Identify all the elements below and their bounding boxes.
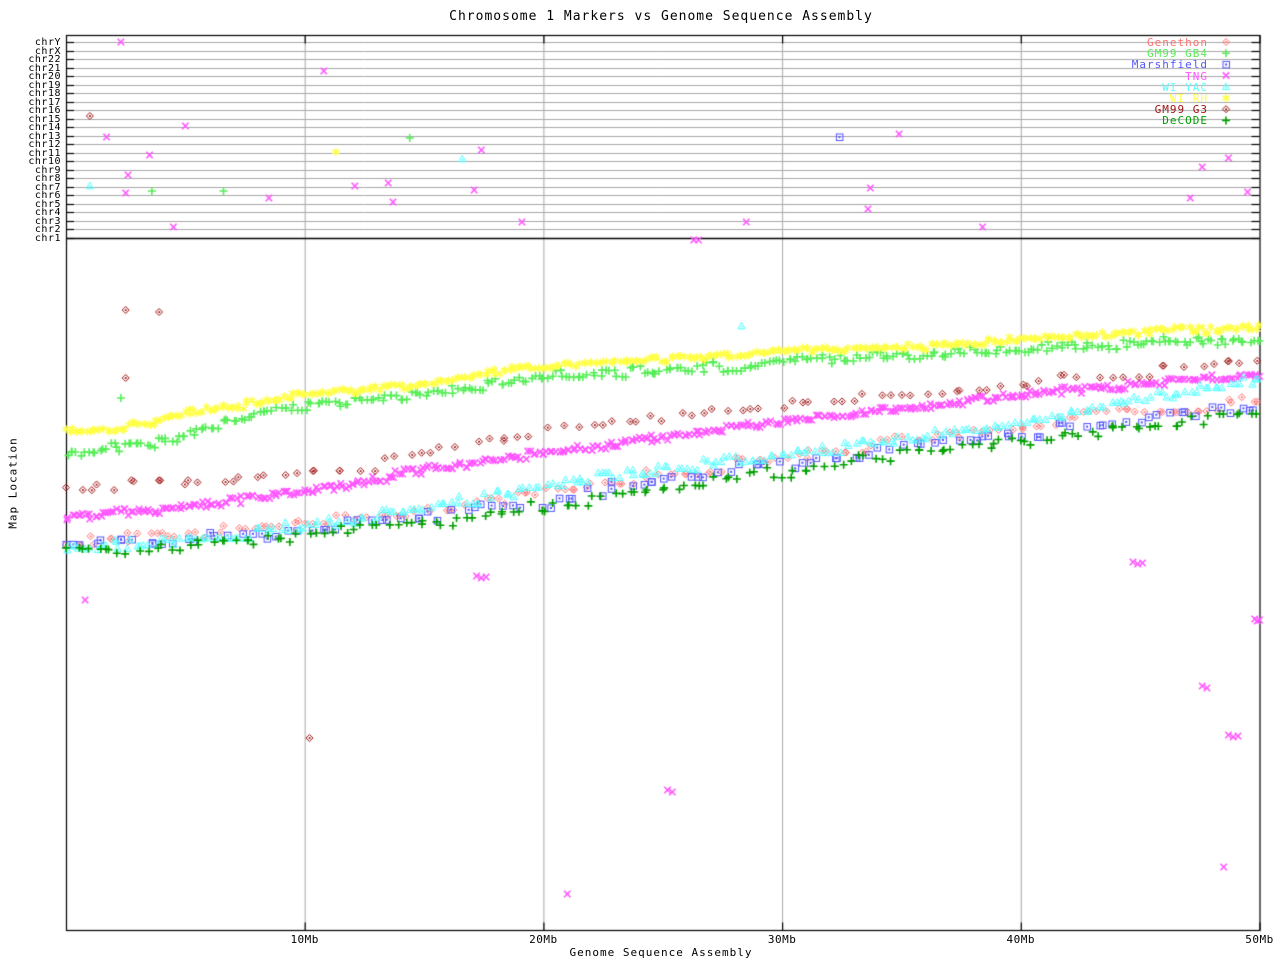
legend-label: Marshfield <box>1132 59 1208 70</box>
y-tick-label: chr1 <box>0 234 61 243</box>
plot-canvas <box>0 0 1280 960</box>
chart-title: Chromosome 1 Markers vs Genome Sequence … <box>0 9 1280 24</box>
y-axis-label: Map Location <box>7 437 20 528</box>
x-axis-label: Genome Sequence Assembly <box>0 946 1280 959</box>
x-tick-label: 30Mb <box>752 933 812 946</box>
legend-label: TNG <box>1185 71 1208 82</box>
plot-root: Chromosome 1 Markers vs Genome Sequence … <box>0 0 1280 960</box>
x-tick-label: 50Mb <box>1230 933 1280 946</box>
x-tick-label: 20Mb <box>513 933 573 946</box>
x-tick-label: 10Mb <box>275 933 335 946</box>
legend-label: DeCODE <box>1162 115 1208 126</box>
x-tick-label: 40Mb <box>991 933 1051 946</box>
